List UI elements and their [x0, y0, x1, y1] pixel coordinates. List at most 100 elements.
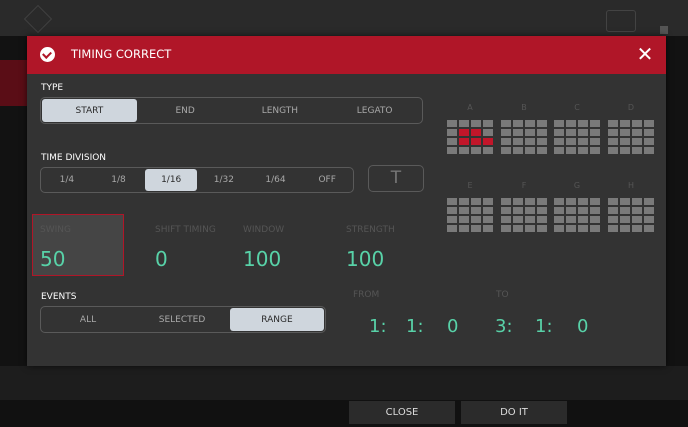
pad-bank-d-pad[interactable]: [608, 120, 618, 127]
from-tick[interactable]: 0: [447, 316, 458, 337]
pad-bank-d-pad[interactable]: [608, 129, 618, 136]
pad-bank-g-pad[interactable]: [590, 225, 600, 232]
pad-bank-d-pad[interactable]: [644, 129, 654, 136]
pad-bank-h-pad[interactable]: [644, 207, 654, 214]
pad-bank-h-pad[interactable]: [644, 216, 654, 223]
pad-bank-a-pad[interactable]: [459, 138, 469, 145]
pad-bank-d-pad[interactable]: [608, 138, 618, 145]
pad-bank-c-pad[interactable]: [554, 138, 564, 145]
pad-bank-b-pad[interactable]: [501, 120, 511, 127]
pad-bank-h-pad[interactable]: [620, 225, 630, 232]
type-option-end[interactable]: END: [138, 98, 233, 123]
pad-bank-f-pad[interactable]: [525, 198, 535, 205]
pad-bank-f-pad[interactable]: [525, 225, 535, 232]
pad-bank-b-pad[interactable]: [513, 138, 523, 145]
pad-bank-f-pad[interactable]: [537, 216, 547, 223]
pad-bank-g-pad[interactable]: [566, 216, 576, 223]
pad-bank-c-pad[interactable]: [590, 138, 600, 145]
pad-bank-d-pad[interactable]: [644, 138, 654, 145]
pad-bank-a-pad[interactable]: [471, 129, 481, 136]
pad-bank-e-pad[interactable]: [483, 225, 493, 232]
pad-bank-f-pad[interactable]: [501, 216, 511, 223]
pad-bank-h-pad[interactable]: [632, 207, 642, 214]
pad-bank-b-pad[interactable]: [513, 120, 523, 127]
pad-bank-e-pad[interactable]: [447, 216, 457, 223]
pad-bank-h-pad[interactable]: [620, 207, 630, 214]
pad-bank-b-pad[interactable]: [501, 147, 511, 154]
pad-bank-e-pad[interactable]: [447, 207, 457, 214]
pad-bank-c-pad[interactable]: [566, 120, 576, 127]
pad-bank-c-pad[interactable]: [590, 120, 600, 127]
pad-bank-h-pad[interactable]: [620, 198, 630, 205]
pad-bank-a-pad[interactable]: [471, 120, 481, 127]
pad-bank-e-pad[interactable]: [483, 198, 493, 205]
division-1-32[interactable]: 1/32: [198, 168, 250, 192]
pad-bank-c-pad[interactable]: [566, 129, 576, 136]
pad-bank-b-pad[interactable]: [525, 129, 535, 136]
pad-bank-b-pad[interactable]: [537, 129, 547, 136]
pad-bank-f-pad[interactable]: [537, 198, 547, 205]
pad-bank-f-pad[interactable]: [501, 225, 511, 232]
pad-bank-h-pad[interactable]: [632, 225, 642, 232]
pad-bank-d-pad[interactable]: [620, 129, 630, 136]
division-off[interactable]: OFF: [301, 168, 353, 192]
pad-bank-c-pad[interactable]: [578, 138, 588, 145]
from-beat[interactable]: 1:: [406, 316, 424, 337]
pad-bank-a-pad[interactable]: [447, 147, 457, 154]
pad-bank-f-pad[interactable]: [513, 198, 523, 205]
pad-bank-g-pad[interactable]: [566, 207, 576, 214]
pad-bank-b-pad[interactable]: [525, 138, 535, 145]
pad-bank-c-pad[interactable]: [578, 120, 588, 127]
pad-bank-h-pad[interactable]: [608, 225, 618, 232]
division-1-64[interactable]: 1/64: [250, 168, 302, 192]
pad-bank-d-pad[interactable]: [644, 147, 654, 154]
do-it-button[interactable]: DO IT: [461, 401, 567, 424]
pad-bank-g-pad[interactable]: [554, 225, 564, 232]
type-option-legato[interactable]: LEGATO: [327, 98, 422, 123]
pad-bank-a-pad[interactable]: [471, 138, 481, 145]
pad-bank-c-pad[interactable]: [566, 138, 576, 145]
events-option-range[interactable]: RANGE: [230, 308, 324, 331]
pad-bank-h-pad[interactable]: [644, 198, 654, 205]
pad-bank-f-pad[interactable]: [537, 225, 547, 232]
pad-bank-a-pad[interactable]: [483, 138, 493, 145]
pad-bank-a-pad[interactable]: [483, 129, 493, 136]
pad-bank-f-pad[interactable]: [513, 207, 523, 214]
pad-bank-b-pad[interactable]: [501, 129, 511, 136]
division-1-8[interactable]: 1/8: [93, 168, 145, 192]
pad-bank-c-pad[interactable]: [590, 129, 600, 136]
to-bar[interactable]: 3:: [495, 316, 513, 337]
pad-bank-b-pad[interactable]: [525, 147, 535, 154]
pad-bank-g-pad[interactable]: [566, 198, 576, 205]
pad-bank-a-pad[interactable]: [459, 147, 469, 154]
pad-bank-f-pad[interactable]: [525, 207, 535, 214]
division-1-4[interactable]: 1/4: [41, 168, 93, 192]
pad-bank-b-pad[interactable]: [525, 120, 535, 127]
pad-bank-e-pad[interactable]: [459, 198, 469, 205]
close-icon[interactable]: ✕: [634, 43, 656, 65]
pad-bank-c-pad[interactable]: [566, 147, 576, 154]
pad-bank-g-pad[interactable]: [590, 207, 600, 214]
pad-bank-g-pad[interactable]: [590, 198, 600, 205]
pad-bank-e-pad[interactable]: [459, 225, 469, 232]
pad-bank-a-pad[interactable]: [447, 129, 457, 136]
pad-bank-b-pad[interactable]: [501, 138, 511, 145]
pad-bank-h-pad[interactable]: [620, 216, 630, 223]
type-option-length[interactable]: LENGTH: [233, 98, 328, 123]
pad-bank-c-pad[interactable]: [554, 120, 564, 127]
pad-bank-d-pad[interactable]: [632, 138, 642, 145]
pad-bank-d-pad[interactable]: [644, 120, 654, 127]
pad-bank-d-pad[interactable]: [632, 147, 642, 154]
pad-bank-d-pad[interactable]: [608, 147, 618, 154]
pad-bank-e-pad[interactable]: [471, 225, 481, 232]
pad-bank-a-pad[interactable]: [447, 138, 457, 145]
pad-bank-e-pad[interactable]: [483, 207, 493, 214]
pad-bank-h-pad[interactable]: [644, 225, 654, 232]
pad-bank-c-pad[interactable]: [578, 147, 588, 154]
pad-bank-e-pad[interactable]: [471, 216, 481, 223]
pad-bank-c-pad[interactable]: [590, 147, 600, 154]
pad-bank-a-pad[interactable]: [471, 147, 481, 154]
pad-bank-g-pad[interactable]: [554, 216, 564, 223]
pad-bank-h-pad[interactable]: [632, 198, 642, 205]
pad-bank-b-pad[interactable]: [513, 147, 523, 154]
